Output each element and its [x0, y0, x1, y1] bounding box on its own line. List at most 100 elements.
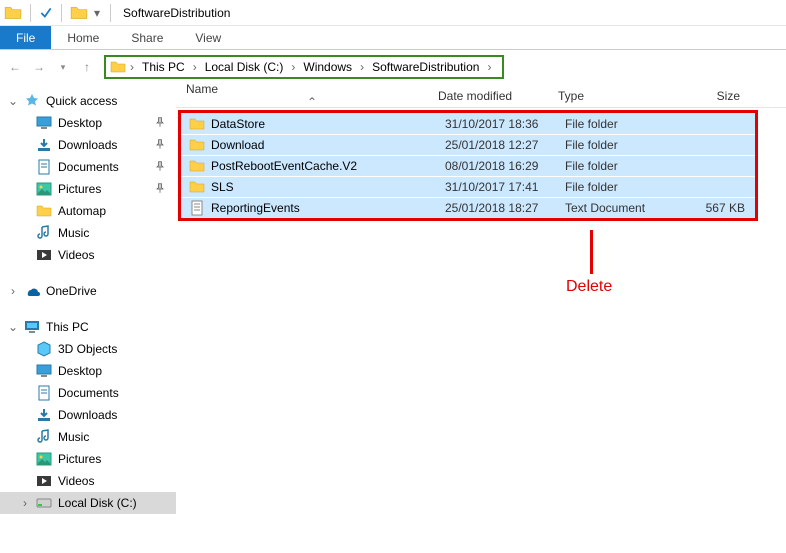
folder-icon	[189, 116, 205, 132]
sidebar-item-label: Desktop	[58, 364, 102, 378]
file-type: File folder	[565, 180, 677, 194]
col-header-date[interactable]: Date modified	[438, 89, 558, 103]
sidebar-item[interactable]: Downloads	[0, 404, 176, 426]
up-button[interactable]: ↑	[78, 58, 96, 76]
file-date: 31/10/2017 17:41	[445, 180, 565, 194]
chevron-right-icon[interactable]: ›	[128, 60, 136, 74]
videos-icon	[36, 473, 52, 489]
title-bar: ▾ SoftwareDistribution	[0, 0, 786, 26]
file-row[interactable]: DataStore31/10/2017 18:36File folder	[181, 113, 755, 134]
file-row[interactable]: PostRebootEventCache.V208/01/2018 16:29F…	[181, 155, 755, 176]
sidebar-item[interactable]: Automap	[0, 200, 176, 222]
sidebar-label: OneDrive	[46, 284, 97, 298]
sidebar-item[interactable]: Music	[0, 222, 176, 244]
file-row[interactable]: SLS31/10/2017 17:41File folder	[181, 176, 755, 197]
window-title: SoftwareDistribution	[119, 6, 230, 20]
file-date: 08/01/2018 16:29	[445, 159, 565, 173]
sidebar-label: Quick access	[46, 94, 117, 108]
music-icon	[36, 225, 52, 241]
sidebar-item[interactable]: Documents	[0, 156, 176, 178]
music-icon	[36, 429, 52, 445]
sidebar-item-label: Music	[58, 430, 89, 444]
annotation-line	[590, 230, 593, 274]
sidebar-item[interactable]: Downloads	[0, 134, 176, 156]
expand-icon[interactable]: ›	[8, 284, 18, 298]
chevron-right-icon[interactable]: ›	[358, 60, 366, 74]
file-name: PostRebootEventCache.V2	[211, 159, 445, 173]
folder-icon	[4, 4, 22, 22]
disk-icon	[36, 495, 52, 511]
history-dropdown[interactable]: ▾	[54, 58, 72, 76]
folder-icon	[36, 203, 52, 219]
chevron-right-icon[interactable]: ›	[191, 60, 199, 74]
address-bar[interactable]: › This PC › Local Disk (C:) › Windows › …	[104, 55, 504, 79]
file-size: 567 KB	[677, 201, 751, 215]
breadcrumb-thispc[interactable]: This PC	[138, 60, 189, 74]
tab-share[interactable]: Share	[115, 26, 179, 49]
file-type: Text Document	[565, 201, 677, 215]
expand-icon[interactable]: ⌄	[8, 320, 18, 334]
folder-icon	[110, 59, 126, 75]
col-header-type[interactable]: Type	[558, 89, 670, 103]
sidebar-item[interactable]: Desktop	[0, 360, 176, 382]
tab-view[interactable]: View	[179, 26, 237, 49]
chevron-right-icon[interactable]: ›	[485, 60, 493, 74]
downloads-icon	[36, 407, 52, 423]
qat-properties-icon[interactable]	[39, 6, 53, 20]
sidebar-item[interactable]: Pictures	[0, 178, 176, 200]
folder-icon	[189, 179, 205, 195]
sidebar-quick-access[interactable]: ⌄ Quick access	[0, 90, 176, 112]
sidebar-item-label: Downloads	[58, 408, 117, 422]
sidebar-item-label: Pictures	[58, 182, 101, 196]
separator	[61, 4, 62, 22]
file-row[interactable]: ReportingEvents25/01/2018 18:27Text Docu…	[181, 197, 755, 218]
sidebar-item[interactable]: ›Local Disk (C:)	[0, 492, 176, 514]
file-row[interactable]: Download25/01/2018 12:27File folder	[181, 134, 755, 155]
breadcrumb-softwaredistribution[interactable]: SoftwareDistribution	[368, 60, 483, 74]
back-button[interactable]: ←	[6, 58, 24, 76]
ribbon-tabs: File Home Share View	[0, 26, 786, 50]
pin-icon	[154, 161, 166, 173]
star-icon	[24, 93, 40, 109]
breadcrumb-windows[interactable]: Windows	[299, 60, 356, 74]
col-header-size[interactable]: Size	[670, 89, 748, 103]
sidebar-item-label: Automap	[58, 204, 106, 218]
documents-icon	[36, 385, 52, 401]
forward-button[interactable]: →	[30, 58, 48, 76]
sidebar-this-pc[interactable]: ⌄ This PC	[0, 316, 176, 338]
breadcrumb-disk[interactable]: Local Disk (C:)	[201, 60, 288, 74]
file-name: DataStore	[211, 117, 445, 131]
qat-dropdown-icon[interactable]: ▾	[92, 6, 102, 20]
pin-icon	[154, 139, 166, 151]
3d-icon	[36, 341, 52, 357]
desktop-icon	[36, 115, 52, 131]
sidebar-item[interactable]: Videos	[0, 470, 176, 492]
sidebar-item[interactable]: Desktop	[0, 112, 176, 134]
qat-folder-icon[interactable]	[70, 4, 88, 22]
sidebar-item[interactable]: Documents	[0, 382, 176, 404]
sidebar-item[interactable]: Pictures	[0, 448, 176, 470]
separator	[30, 4, 31, 22]
chevron-right-icon[interactable]: ›	[289, 60, 297, 74]
quick-access-toolbar: ▾	[0, 4, 119, 22]
pin-icon	[154, 183, 166, 195]
file-date: 25/01/2018 12:27	[445, 138, 565, 152]
col-header-name[interactable]: Name ⌃	[186, 82, 438, 110]
sidebar-item-label: Music	[58, 226, 89, 240]
sidebar-item[interactable]: 3D Objects	[0, 338, 176, 360]
file-date: 31/10/2017 18:36	[445, 117, 565, 131]
pictures-icon	[36, 181, 52, 197]
sidebar-item-label: Pictures	[58, 452, 101, 466]
tab-home[interactable]: Home	[51, 26, 115, 49]
desktop-icon	[36, 363, 52, 379]
sidebar-item[interactable]: Videos	[0, 244, 176, 266]
sidebar-item[interactable]: Music	[0, 426, 176, 448]
column-headers: Name ⌃ Date modified Type Size	[176, 84, 786, 108]
separator	[110, 4, 111, 22]
sidebar-item-label: Videos	[58, 474, 94, 488]
sort-indicator-icon: ⌃	[186, 95, 438, 109]
sidebar-onedrive[interactable]: › OneDrive	[0, 280, 176, 302]
expand-icon[interactable]: ⌄	[8, 94, 18, 108]
file-name: SLS	[211, 180, 445, 194]
file-tab[interactable]: File	[0, 26, 51, 49]
